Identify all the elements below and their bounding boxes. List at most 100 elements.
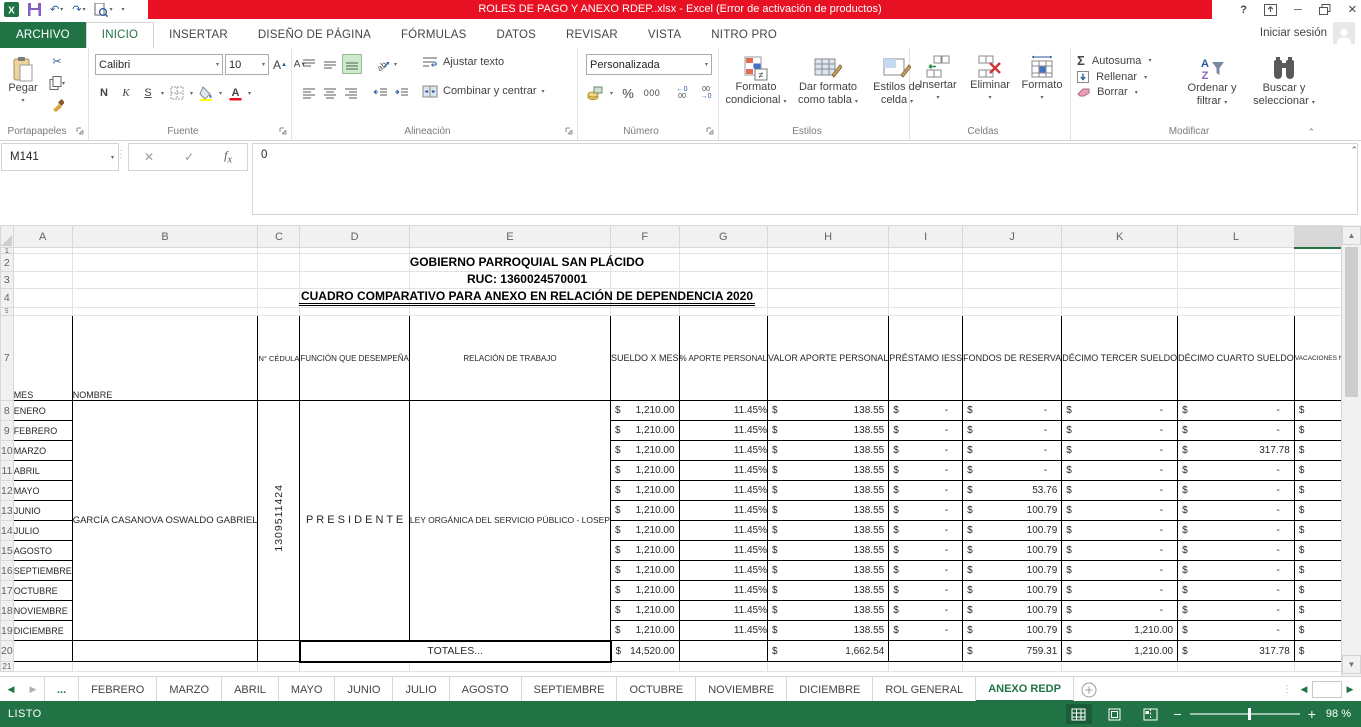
alignment-dialog-launcher[interactable] [565,127,574,136]
cell[interactable] [1294,308,1342,316]
cell-pct[interactable]: 11.45% [679,441,767,461]
cell-employee-cedula[interactable]: 1309511424 [258,401,300,641]
cell[interactable] [409,308,610,316]
cell-prestamo[interactable]: $- [889,401,963,421]
cell-aporte[interactable]: $138.55 [768,561,889,581]
ribbon-tab-inicio[interactable]: INICIO [86,22,154,48]
copy-icon[interactable]: ▾ [48,74,66,92]
horizontal-scrollbar[interactable]: ⋮ ◀ ▶ [1282,677,1361,702]
zoom-slider-thumb[interactable] [1248,708,1251,720]
cell[interactable] [889,662,963,672]
cell-mes-mayo[interactable]: MAYO [13,481,72,501]
cell-prestamo[interactable]: $- [889,441,963,461]
sheet-tab-marzo[interactable]: MARZO [157,677,222,702]
sheet-tab-diciembre[interactable]: DICIEMBRE [787,677,873,702]
cell-vacaciones[interactable]: $- [1294,401,1342,421]
format-cells-button[interactable]: Formato▾ [1016,51,1068,105]
col-header-K[interactable]: K [1062,226,1178,248]
cell[interactable] [258,662,300,672]
cancel-entry-icon[interactable]: ✕ [144,150,154,164]
paste-button[interactable]: Pegar ▾ [4,52,42,108]
cell-decimo3[interactable]: $- [1062,501,1178,521]
sheet-tab-mayo[interactable]: MAYO [279,677,336,702]
cell[interactable] [1178,308,1295,316]
align-middle-icon[interactable] [321,55,339,73]
cell-aporte[interactable]: $138.55 [768,441,889,461]
select-all-corner[interactable] [1,226,14,248]
cell-sueldo[interactable]: $1,210.00 [611,561,680,581]
cell[interactable] [13,662,72,672]
sheet-tab-febrero[interactable]: FEBRERO [79,677,157,702]
cell-decimo3[interactable]: $- [1062,441,1178,461]
delete-cells-button[interactable]: Eliminar▾ [964,51,1016,105]
col-header-B[interactable]: B [72,226,258,248]
hscroll-left-icon[interactable]: ◀ [1297,684,1311,695]
cell-total-decimo3[interactable]: $1,210.00 [1062,641,1178,662]
cell[interactable] [300,662,409,672]
cell-fondos[interactable]: $- [963,461,1062,481]
cell-prestamo[interactable]: $- [889,581,963,601]
cell-decimo3[interactable]: $- [1062,581,1178,601]
cell[interactable] [1062,254,1178,272]
header-decimo3[interactable]: DÉCIMO TERCER SUELDO [1062,316,1178,401]
sheet-tab-rol-general[interactable]: ROL GENERAL [873,677,976,702]
cell-fondos[interactable]: $100.79 [963,561,1062,581]
cell[interactable] [963,662,1062,672]
ribbon-tab-insertar[interactable]: INSERTAR [154,23,243,48]
align-center-icon[interactable] [321,84,339,102]
cell[interactable] [1178,254,1295,272]
cell-total-vacaciones[interactable]: $- [1294,641,1342,662]
cell[interactable] [963,308,1062,316]
vertical-scroll-thumb[interactable] [1345,247,1358,397]
conditional-formatting-button[interactable]: ≠ Formato condicional ▾ [721,51,791,109]
number-dialog-launcher[interactable] [706,127,715,136]
cell-employee-funcion[interactable]: P R E S I D E N T E [300,401,409,641]
cell[interactable] [72,662,258,672]
col-header-D[interactable]: D [300,226,409,248]
sign-in[interactable]: Iniciar sesión [1260,22,1355,44]
cell-decimo4[interactable]: $- [1178,521,1295,541]
cell[interactable] [258,308,300,316]
ribbon-display-options-button[interactable] [1264,4,1277,16]
cell-vacaciones[interactable]: $- [1294,601,1342,621]
col-header-A[interactable]: A [13,226,72,248]
align-top-icon[interactable] [300,55,318,73]
cell-total-sueldo[interactable]: $14,520.00 [611,641,680,662]
cell-aporte[interactable]: $138.55 [768,541,889,561]
header-relacion[interactable]: RELACIÓN DE TRABAJO [409,316,610,401]
scroll-up-icon[interactable]: ▲ [1342,226,1361,245]
ribbon-tab-vista[interactable]: VISTA [633,23,696,48]
cell-prestamo[interactable]: $- [889,601,963,621]
cell-sueldo[interactable]: $1,210.00 [611,601,680,621]
cell-decimo3[interactable]: $- [1062,601,1178,621]
accounting-format-dropdown[interactable]: ▾ [610,90,613,97]
cell-sueldo[interactable]: $1,210.00 [611,521,680,541]
cell-pct[interactable]: 11.45% [679,581,767,601]
cell-decimo4[interactable]: $317.78 [1178,441,1295,461]
decrease-indent-icon[interactable] [371,84,389,102]
confirm-entry-icon[interactable]: ✓ [184,150,194,164]
row-header-11[interactable]: 11 [1,461,14,481]
fill-color-icon[interactable] [197,84,215,102]
header-fondos[interactable]: FONDOS DE RESERVA [963,316,1062,401]
font-name-select[interactable]: Calibri▾ [95,54,223,75]
cell-vacaciones[interactable]: $- [1294,621,1342,641]
find-select-button[interactable]: Buscar y seleccionar ▾ [1249,52,1319,110]
col-header-C[interactable]: C [258,226,300,248]
cell-fondos[interactable]: $100.79 [963,501,1062,521]
zoom-slider[interactable] [1190,713,1300,715]
cell-decimo3[interactable]: $- [1062,521,1178,541]
header-aporte[interactable]: VALOR APORTE PERSONAL [768,316,889,401]
cell-decimo4[interactable]: $- [1178,561,1295,581]
fill-color-dropdown[interactable]: ▾ [219,90,222,97]
borders-icon[interactable] [168,84,186,102]
font-size-select[interactable]: 10▾ [225,54,269,75]
row-header-10[interactable]: 10 [1,441,14,461]
cell[interactable] [679,662,767,672]
header-nombre[interactable]: NOMBRE [72,316,258,401]
cell-mes-noviembre[interactable]: NOVIEMBRE [13,601,72,621]
clear-button[interactable]: Borrar ▾ [1077,86,1151,98]
cell-decimo4[interactable]: $- [1178,501,1295,521]
row-header-17[interactable]: 17 [1,581,14,601]
cell-fondos[interactable]: $100.79 [963,621,1062,641]
